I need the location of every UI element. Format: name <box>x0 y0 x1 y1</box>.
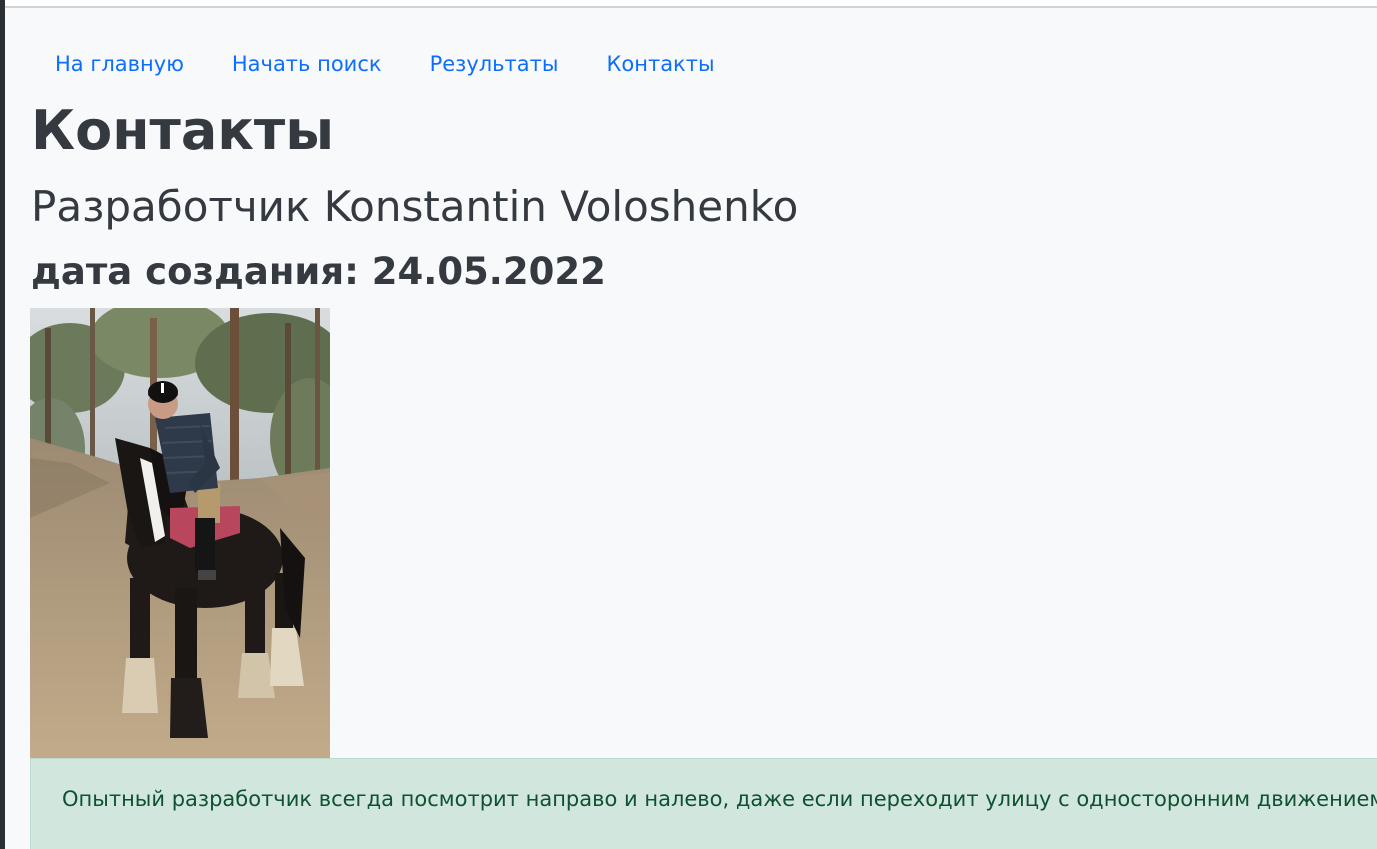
creation-date-heading: дата создания: 24.05.2022 <box>31 250 606 293</box>
browser-top-edge <box>5 0 1377 8</box>
nav-link-contacts[interactable]: Контакты <box>582 46 738 82</box>
nav-link-results[interactable]: Результаты <box>406 46 583 82</box>
page-title: Контакты <box>31 99 335 162</box>
developer-photo <box>30 308 330 758</box>
quote-text: Опытный разработчик всегда посмотрит нап… <box>62 787 1377 811</box>
main-nav: На главную Начать поиск Результаты Конта… <box>31 46 739 82</box>
developer-heading: Разработчик Konstantin Voloshenko <box>31 182 799 231</box>
quote-alert: Опытный разработчик всегда посмотрит нап… <box>30 758 1377 849</box>
nav-link-home[interactable]: На главную <box>31 46 208 82</box>
window-left-edge <box>0 0 5 849</box>
nav-link-search[interactable]: Начать поиск <box>208 46 406 82</box>
